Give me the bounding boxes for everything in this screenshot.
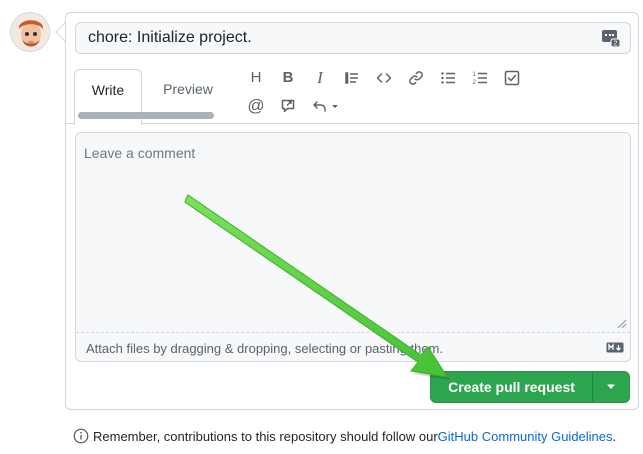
community-guidelines-link[interactable]: GitHub Community Guidelines (438, 429, 613, 444)
bold-icon[interactable]: B (278, 68, 298, 88)
task-list-icon[interactable] (502, 68, 522, 88)
code-icon[interactable] (374, 68, 394, 88)
heading-icon[interactable]: H (246, 68, 266, 88)
resize-handle-icon[interactable] (617, 319, 627, 329)
markdown-icon[interactable] (606, 342, 624, 353)
triangle-down-icon[interactable] (593, 372, 629, 402)
comment-placeholder: Leave a comment (84, 145, 196, 161)
svg-text:1: 1 (473, 72, 477, 78)
create-pull-request-label[interactable]: Create pull request (431, 372, 592, 402)
italic-icon[interactable]: I (310, 68, 330, 88)
undo-icon[interactable] (310, 96, 342, 116)
svg-text:2: 2 (473, 80, 477, 86)
guidelines-period: . (612, 428, 617, 444)
guidelines-text: Remember, contributions to this reposito… (93, 428, 438, 444)
saved-replies-icon[interactable]: 2 (601, 28, 621, 48)
create-pull-request-button[interactable]: Create pull request (430, 371, 630, 403)
reference-icon[interactable] (278, 96, 298, 116)
comment-textarea[interactable]: Leave a comment Attach files by dragging… (75, 132, 631, 362)
attach-files-bar[interactable]: Attach files by dragging & dropping, sel… (76, 332, 630, 361)
info-icon (73, 428, 89, 444)
avatar[interactable] (10, 12, 50, 52)
attach-files-hint: Attach files by dragging & dropping, sel… (86, 341, 443, 356)
quote-icon[interactable] (342, 68, 362, 88)
numbered-list-icon[interactable]: 12 (470, 68, 490, 88)
svg-text:2: 2 (614, 41, 618, 48)
community-guidelines-note: Remember, contributions to this reposito… (73, 428, 616, 444)
pr-title-input[interactable]: chore: Initialize project. (75, 22, 631, 54)
tab-preview[interactable]: Preview (150, 69, 226, 109)
bulleted-list-icon[interactable] (438, 68, 458, 88)
avatar-image (11, 13, 49, 51)
mention-icon[interactable]: @ (246, 96, 266, 116)
link-icon[interactable] (406, 68, 426, 88)
tabs-scrollbar[interactable] (78, 112, 214, 119)
